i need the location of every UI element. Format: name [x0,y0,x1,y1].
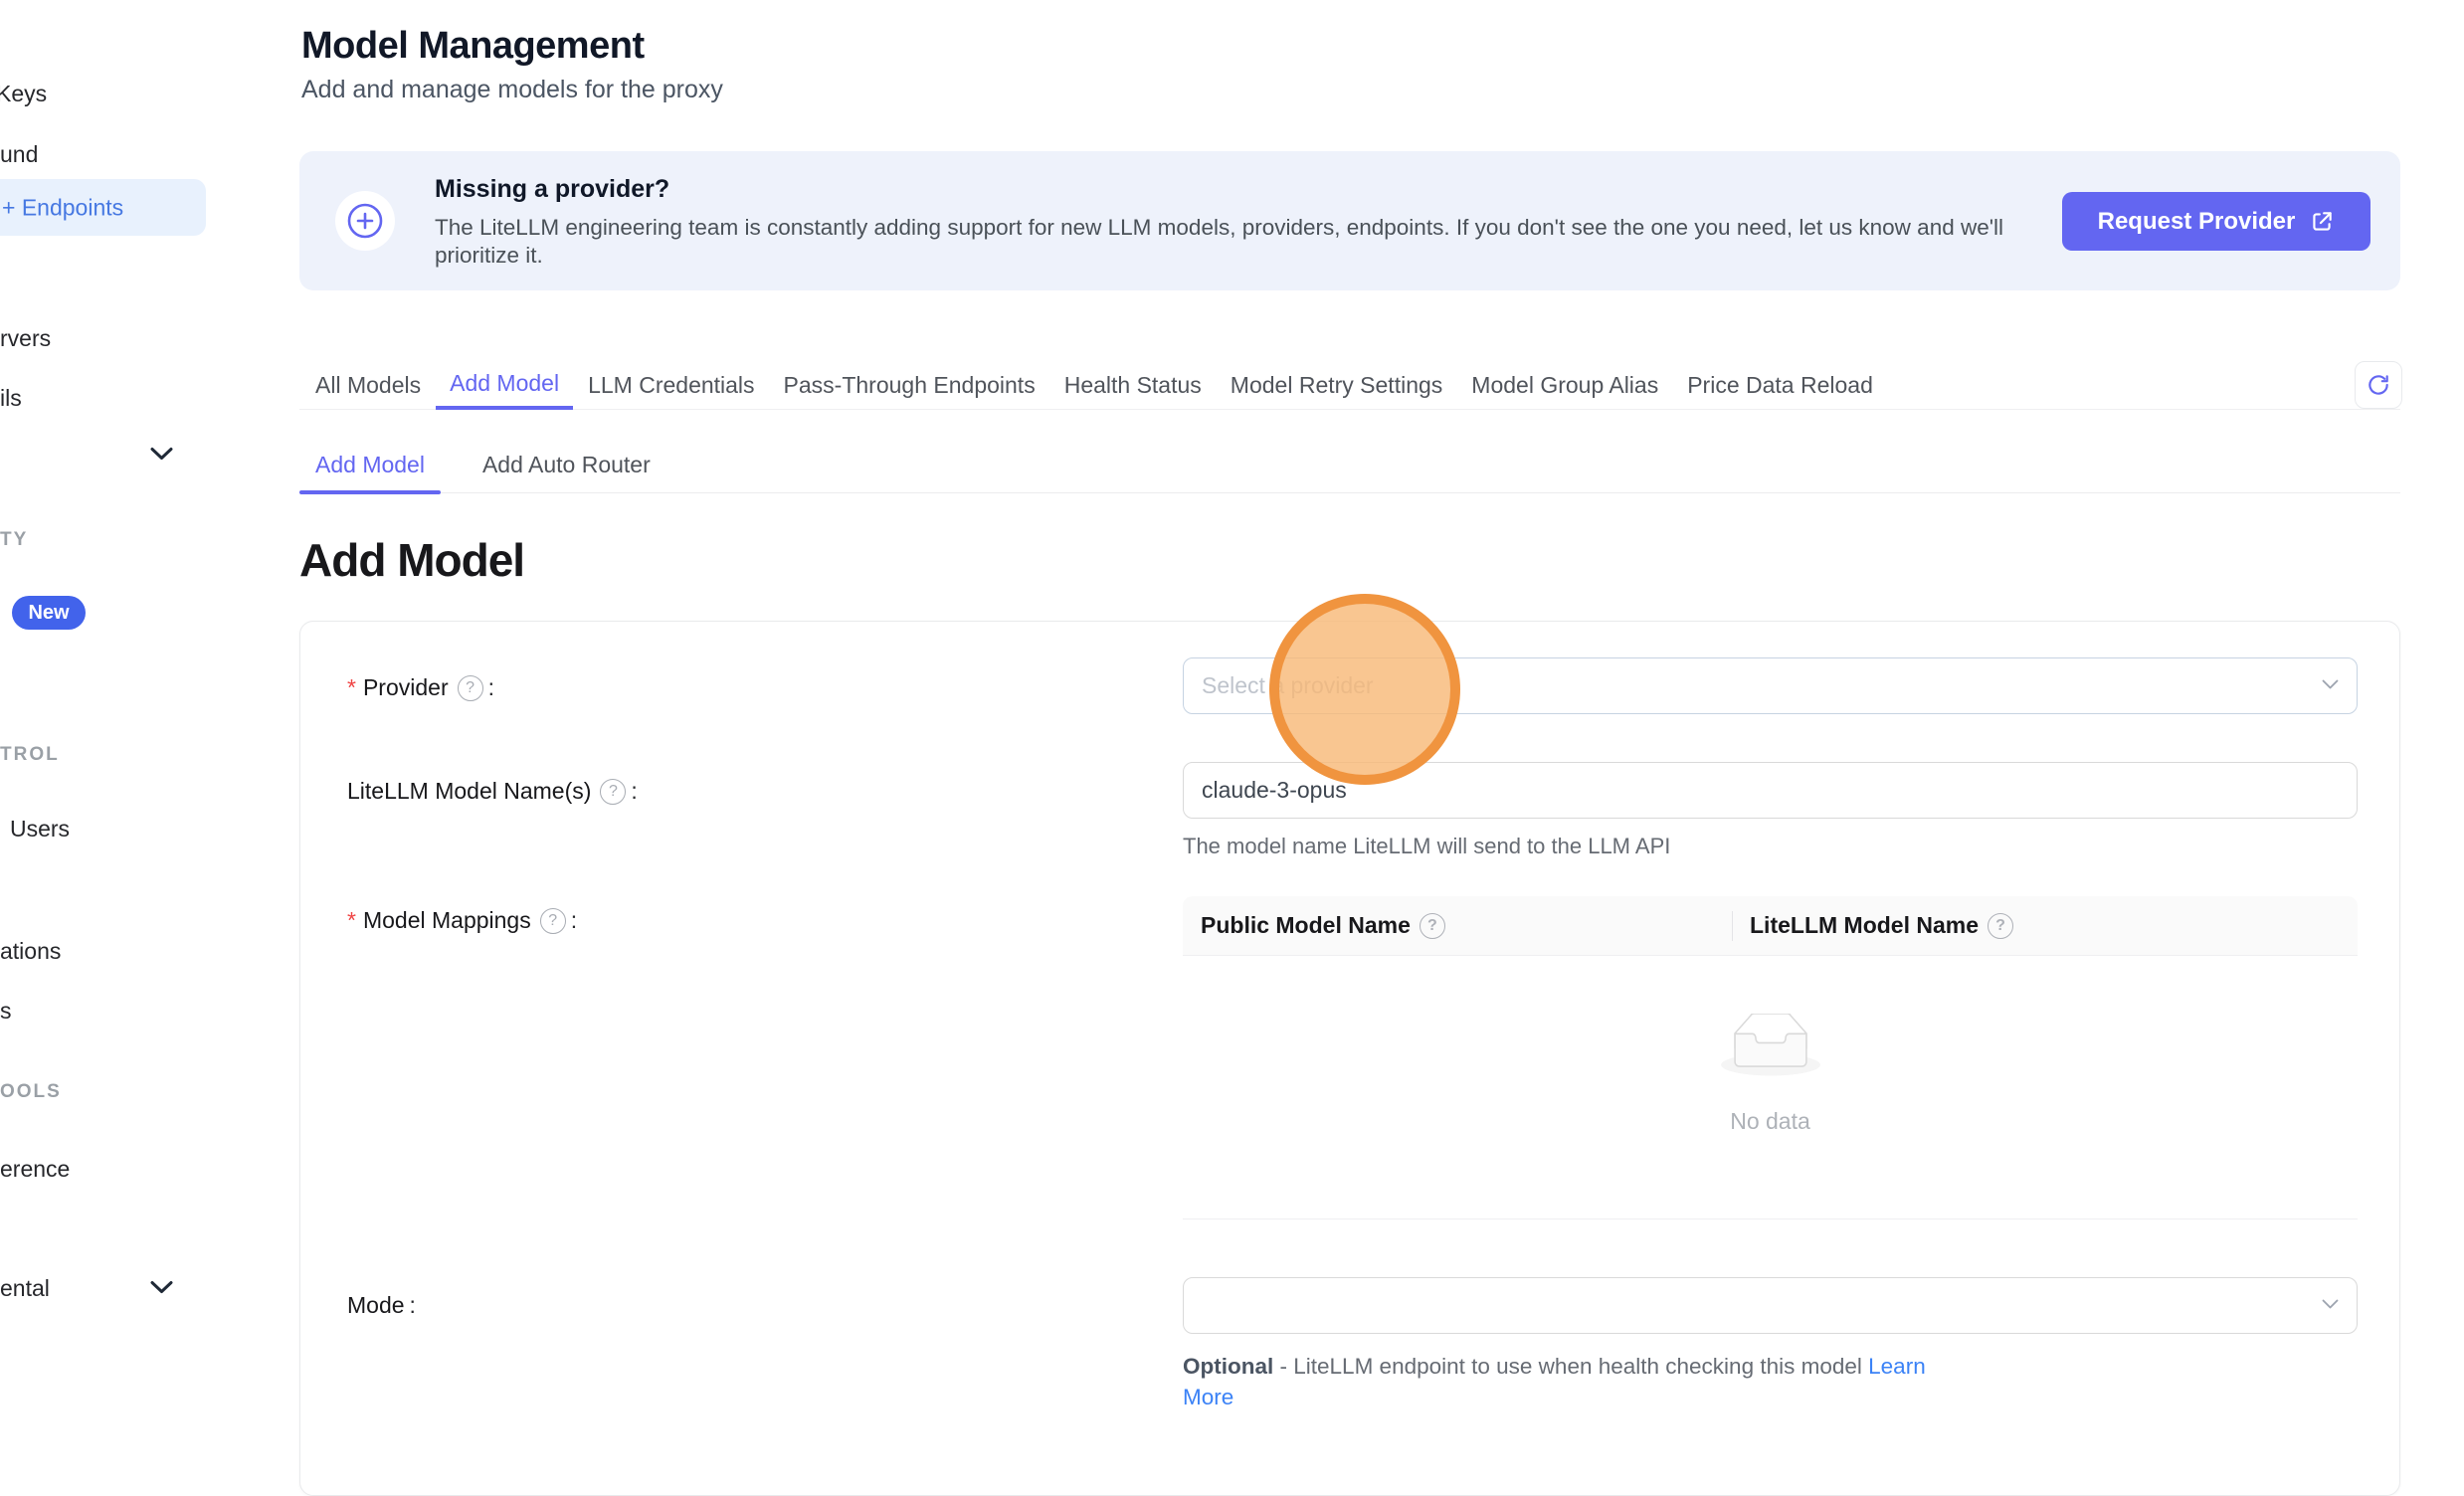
new-badge: New [12,596,86,630]
mode-helper: Optional - LiteLLM endpoint to use when … [1183,1351,1959,1412]
chevron-down-icon[interactable] [150,1280,173,1299]
model-name-helper: The model name LiteLLM will send to the … [1183,834,1670,859]
request-provider-label: Request Provider [2098,208,2296,236]
sidebar-item-organizations[interactable]: ations [0,938,61,964]
sidebar-item-label: + Endpoints [2,194,123,221]
model-tabs: All Models Add Model LLM Credentials Pas… [299,360,2400,410]
provider-select[interactable]: Select a provider [1183,657,2358,714]
empty-inbox-icon [1721,1014,1820,1082]
chevron-down-icon [2322,1297,2339,1315]
tab-llm-credentials[interactable]: LLM Credentials [588,360,754,410]
tab-price-data-reload[interactable]: Price Data Reload [1687,360,1873,410]
tab-pass-through-endpoints[interactable]: Pass-Through Endpoints [784,360,1036,410]
refresh-icon [2366,372,2391,398]
sidebar-item-ails[interactable]: ils [0,385,22,411]
missing-provider-banner: Missing a provider? The LiteLLM engineer… [299,151,2400,290]
required-marker: * [347,907,356,934]
plus-circle-icon [335,191,395,251]
model-mappings-label: * Model Mappings ? [347,907,577,934]
sidebar-item-keys[interactable]: Keys [0,81,47,106]
sidebar-item-playground[interactable]: und [0,141,38,167]
tab-add-model[interactable]: Add Model [436,360,573,410]
table-empty-state: No data [1183,956,2358,1219]
add-model-subtabs: Add Model Add Auto Router [299,436,2400,493]
banner-body: The LiteLLM engineering team is constant… [435,214,2016,270]
chevron-down-icon [2322,677,2339,695]
sidebar-item-models-endpoints[interactable]: + Endpoints [0,179,206,236]
help-icon[interactable]: ? [540,908,566,934]
sidebar-section-ty: TY [0,529,28,551]
provider-placeholder: Select a provider [1202,672,1374,699]
request-provider-button[interactable]: Request Provider [2062,192,2370,251]
page-title: Model Management [301,25,645,68]
tab-all-models[interactable]: All Models [315,360,421,410]
chevron-down-icon[interactable] [150,447,173,466]
tab-health-status[interactable]: Health Status [1064,360,1202,410]
help-icon[interactable]: ? [1420,913,1445,939]
sidebar-item-s[interactable]: s [0,998,12,1024]
column-header-public-model-name: Public Model Name ? [1183,896,1732,955]
add-model-form-card: * Provider ? Select a provider LiteLLM M… [299,621,2400,1496]
help-icon[interactable]: ? [600,779,626,805]
table-header-row: Public Model Name ? LiteLLM Model Name ? [1183,896,2358,956]
mode-helper-bold: Optional [1183,1354,1273,1379]
subtab-add-auto-router[interactable]: Add Auto Router [482,436,651,493]
column-divider [1732,911,1733,941]
model-name-label: LiteLLM Model Name(s) ? [347,778,638,805]
tab-model-retry-settings[interactable]: Model Retry Settings [1231,360,1442,410]
sidebar: Keys und + Endpoints rvers ils TY New TR… [0,0,209,1378]
model-name-input[interactable] [1183,762,2358,819]
sidebar-section-trol: TROL [0,744,60,766]
sidebar-item-users[interactable]: Users [10,816,70,842]
mode-select[interactable] [1183,1277,2358,1334]
mode-label: Mode [347,1292,416,1319]
tab-model-group-alias[interactable]: Model Group Alias [1471,360,1658,410]
sidebar-section-ools: OOLS [0,1081,62,1103]
sidebar-item-servers[interactable]: rvers [0,325,51,351]
subtab-add-model[interactable]: Add Model [315,436,425,493]
page-subtitle: Add and manage models for the proxy [301,76,723,104]
no-data-text: No data [1730,1108,1810,1135]
sidebar-item-experimental[interactable]: ental [0,1275,50,1301]
banner-title: Missing a provider? [435,175,2046,204]
help-icon[interactable]: ? [458,675,483,701]
help-icon[interactable]: ? [1988,913,2013,939]
provider-label: * Provider ? [347,674,494,701]
refresh-button[interactable] [2355,361,2402,409]
column-header-litellm-model-name: LiteLLM Model Name ? [1732,896,2013,955]
mode-helper-text: - LiteLLM endpoint to use when health ch… [1280,1354,1862,1379]
model-mappings-table: Public Model Name ? LiteLLM Model Name ? [1183,896,2358,1219]
add-model-heading: Add Model [299,533,524,587]
required-marker: * [347,674,356,701]
sidebar-item-erence[interactable]: erence [0,1156,70,1182]
external-link-icon [2309,209,2335,235]
